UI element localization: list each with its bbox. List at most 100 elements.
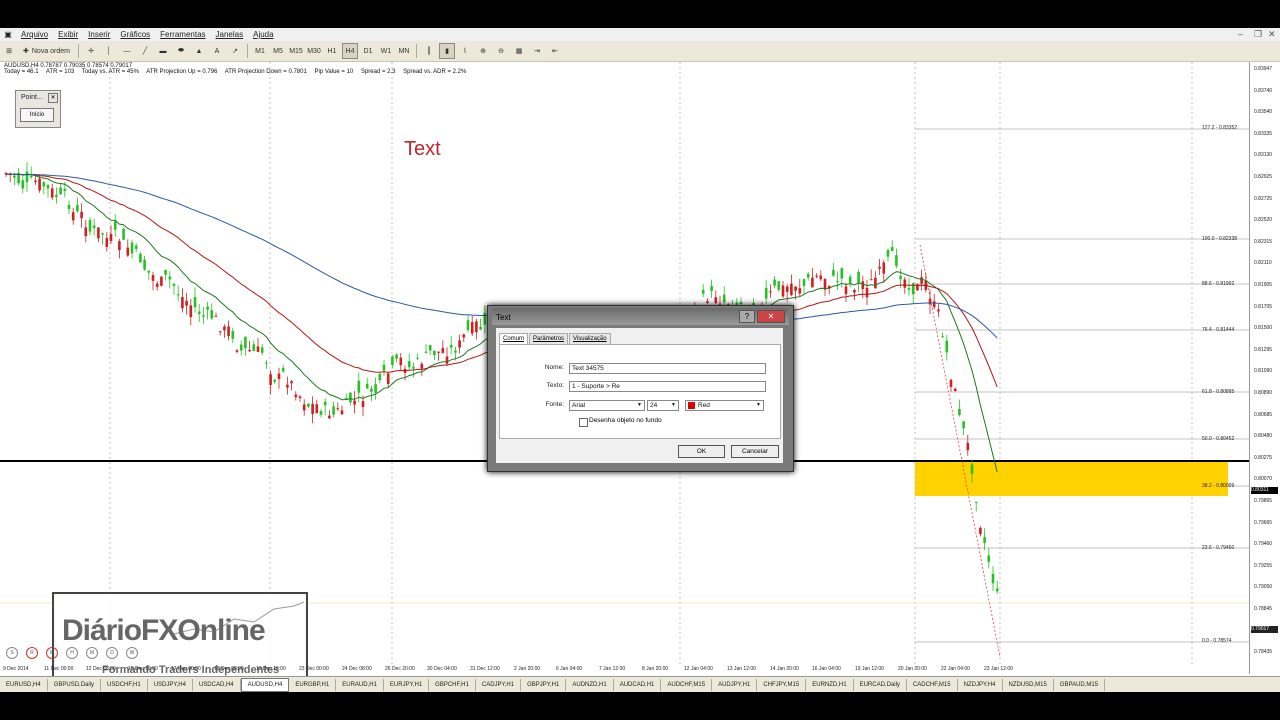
color-select[interactable]: Red ▼: [685, 400, 764, 411]
background-checkbox[interactable]: [579, 418, 588, 427]
menu-janelas[interactable]: Janelas: [211, 30, 249, 39]
text-field[interactable]: 1 - Suporte > Re: [569, 381, 766, 392]
symbol-tab[interactable]: CADCHF,M15: [907, 679, 958, 691]
menu-arquivo[interactable]: Arquivo: [16, 30, 53, 39]
ok-button[interactable]: OK: [678, 445, 725, 458]
tf-m15[interactable]: M15: [288, 43, 304, 59]
menu-ajuda[interactable]: Ajuda: [248, 30, 278, 39]
indicator-circle-icon[interactable]: H: [66, 647, 78, 659]
tf-m30[interactable]: M30: [306, 43, 322, 59]
fibo-level-label: 88.6 - 0.81902: [1202, 281, 1235, 287]
tf-d1[interactable]: D1: [360, 43, 376, 59]
indicator-circle-icon[interactable]: W: [126, 647, 138, 659]
chart-text-object[interactable]: Text: [404, 138, 441, 161]
dialog-close-icon[interactable]: ✕: [757, 310, 785, 323]
menu-inserir[interactable]: Inserir: [83, 30, 115, 39]
tile-windows-icon[interactable]: ▦: [511, 43, 527, 59]
vertical-line-icon[interactable]: │: [101, 43, 117, 59]
cancel-button[interactable]: Cancelar: [731, 445, 779, 458]
symbol-tab[interactable]: EURJPY,H1: [384, 679, 430, 691]
menu-ferramentas[interactable]: Ferramentas: [155, 30, 210, 39]
symbol-tab[interactable]: AUDNZD,H1: [566, 679, 614, 691]
symbol-tab[interactable]: GBPJPY,H1: [521, 679, 567, 691]
symbol-tab[interactable]: AUDCHF,M15: [661, 679, 713, 691]
symbol-tab[interactable]: AUDJPY,H1: [712, 679, 758, 691]
symbol-tab[interactable]: GBPUSD,Daily: [48, 679, 102, 691]
tf-m5[interactable]: M5: [270, 43, 286, 59]
tf-h4[interactable]: H4: [342, 43, 359, 59]
candle-body: [781, 285, 785, 297]
arrows-icon[interactable]: ↗: [227, 43, 243, 59]
indicator-circle-icon[interactable]: R: [26, 647, 38, 659]
zoom-in-icon[interactable]: ⊕: [475, 43, 491, 59]
price-label: 0.82315: [1254, 238, 1273, 245]
crosshair-icon[interactable]: ✛: [83, 43, 99, 59]
candle-body: [13, 175, 16, 178]
logo-title: DiárioFXOnline: [62, 614, 266, 647]
trendline-icon[interactable]: ╱: [137, 43, 153, 59]
symbol-tab[interactable]: USDJPY,H4: [148, 679, 193, 691]
candle-body: [214, 315, 218, 317]
text-tool-icon[interactable]: A: [209, 43, 225, 59]
symbol-tab[interactable]: AUDUSD,H4: [240, 678, 290, 692]
font-select[interactable]: Arial ▼: [569, 400, 645, 411]
new-order-button[interactable]: ✚ Nova ordem: [19, 43, 74, 59]
symbol-tab[interactable]: EURUSD,H4: [0, 679, 48, 691]
candle-body: [365, 383, 369, 389]
toolbar-separator: [416, 44, 418, 58]
symbol-tab[interactable]: EURNZD,H1: [806, 679, 854, 691]
symbol-tab[interactable]: CADJPY,H1: [476, 679, 522, 691]
bar-chart-icon[interactable]: ┃: [421, 43, 437, 59]
rectangle-icon[interactable]: ▬: [155, 43, 171, 59]
symbol-tab[interactable]: AUDCAD,H1: [614, 679, 662, 691]
new-chart-icon[interactable]: ⊞: [1, 43, 17, 59]
symbol-tab[interactable]: EURCAD,Daily: [854, 679, 907, 691]
restore-icon[interactable]: ❐: [1254, 29, 1262, 40]
menu-graficos[interactable]: Gráficos: [115, 30, 155, 39]
point-panel-close-icon[interactable]: ✕: [48, 93, 58, 103]
indicator-circle-icon[interactable]: W: [46, 647, 58, 659]
ellipse-icon[interactable]: ⬬: [173, 43, 189, 59]
symbol-tab[interactable]: CHFJPY,M15: [757, 679, 807, 691]
line-chart-icon[interactable]: ⌇: [457, 43, 473, 59]
triangle-icon[interactable]: ▲: [191, 43, 207, 59]
indicator-circle-icon[interactable]: M: [86, 647, 98, 659]
chart-shift-icon[interactable]: ⇤: [547, 43, 563, 59]
indicator-circle-icon[interactable]: S: [6, 647, 18, 659]
candle-body: [239, 344, 243, 351]
indicator-circle-icon[interactable]: D: [106, 647, 118, 659]
tf-mn[interactable]: MN: [396, 43, 412, 59]
symbol-tab[interactable]: GBPAUD,M15: [1054, 679, 1106, 691]
symbol-tab[interactable]: EURAUD,H1: [336, 679, 384, 691]
symbol-tab[interactable]: NZDJPY,H4: [958, 679, 1003, 691]
minimize-icon[interactable]: –: [1238, 29, 1243, 39]
symbol-tab[interactable]: USDCHF,H1: [101, 679, 148, 691]
candle-body: [67, 204, 71, 210]
candle-body: [126, 247, 130, 256]
candle-body: [21, 180, 25, 189]
close-icon[interactable]: ✕: [1268, 29, 1276, 40]
symbol-tab[interactable]: USDCAD,H4: [193, 679, 241, 691]
candle-body: [769, 291, 772, 293]
candle-body: [260, 347, 264, 353]
candle-body: [227, 326, 230, 337]
candle-chart-icon[interactable]: ▮: [439, 43, 456, 59]
name-field[interactable]: Text 34575: [569, 363, 766, 374]
help-button[interactable]: ?: [739, 310, 755, 323]
candle-body: [890, 247, 894, 251]
tf-h1[interactable]: H1: [324, 43, 340, 59]
candle-body: [315, 404, 319, 413]
symbol-tab[interactable]: GBPCHF,H1: [429, 679, 476, 691]
horizontal-line-icon[interactable]: —: [119, 43, 135, 59]
tf-m1[interactable]: M1: [252, 43, 268, 59]
menu-exibir[interactable]: Exibir: [53, 30, 83, 39]
autoscroll-icon[interactable]: ⇥: [529, 43, 545, 59]
font-size-select[interactable]: 24 ▼: [647, 400, 679, 411]
symbol-tab[interactable]: NZDUSD,M15: [1003, 679, 1054, 691]
tf-w1[interactable]: W1: [378, 43, 394, 59]
zoom-out-icon[interactable]: ⊖: [493, 43, 509, 59]
inicio-button[interactable]: Início: [20, 108, 54, 122]
candle-body: [861, 281, 865, 289]
symbol-tab[interactable]: EURGBP,H1: [289, 679, 337, 691]
time-label: 23 Jan 12:00: [984, 666, 1013, 672]
